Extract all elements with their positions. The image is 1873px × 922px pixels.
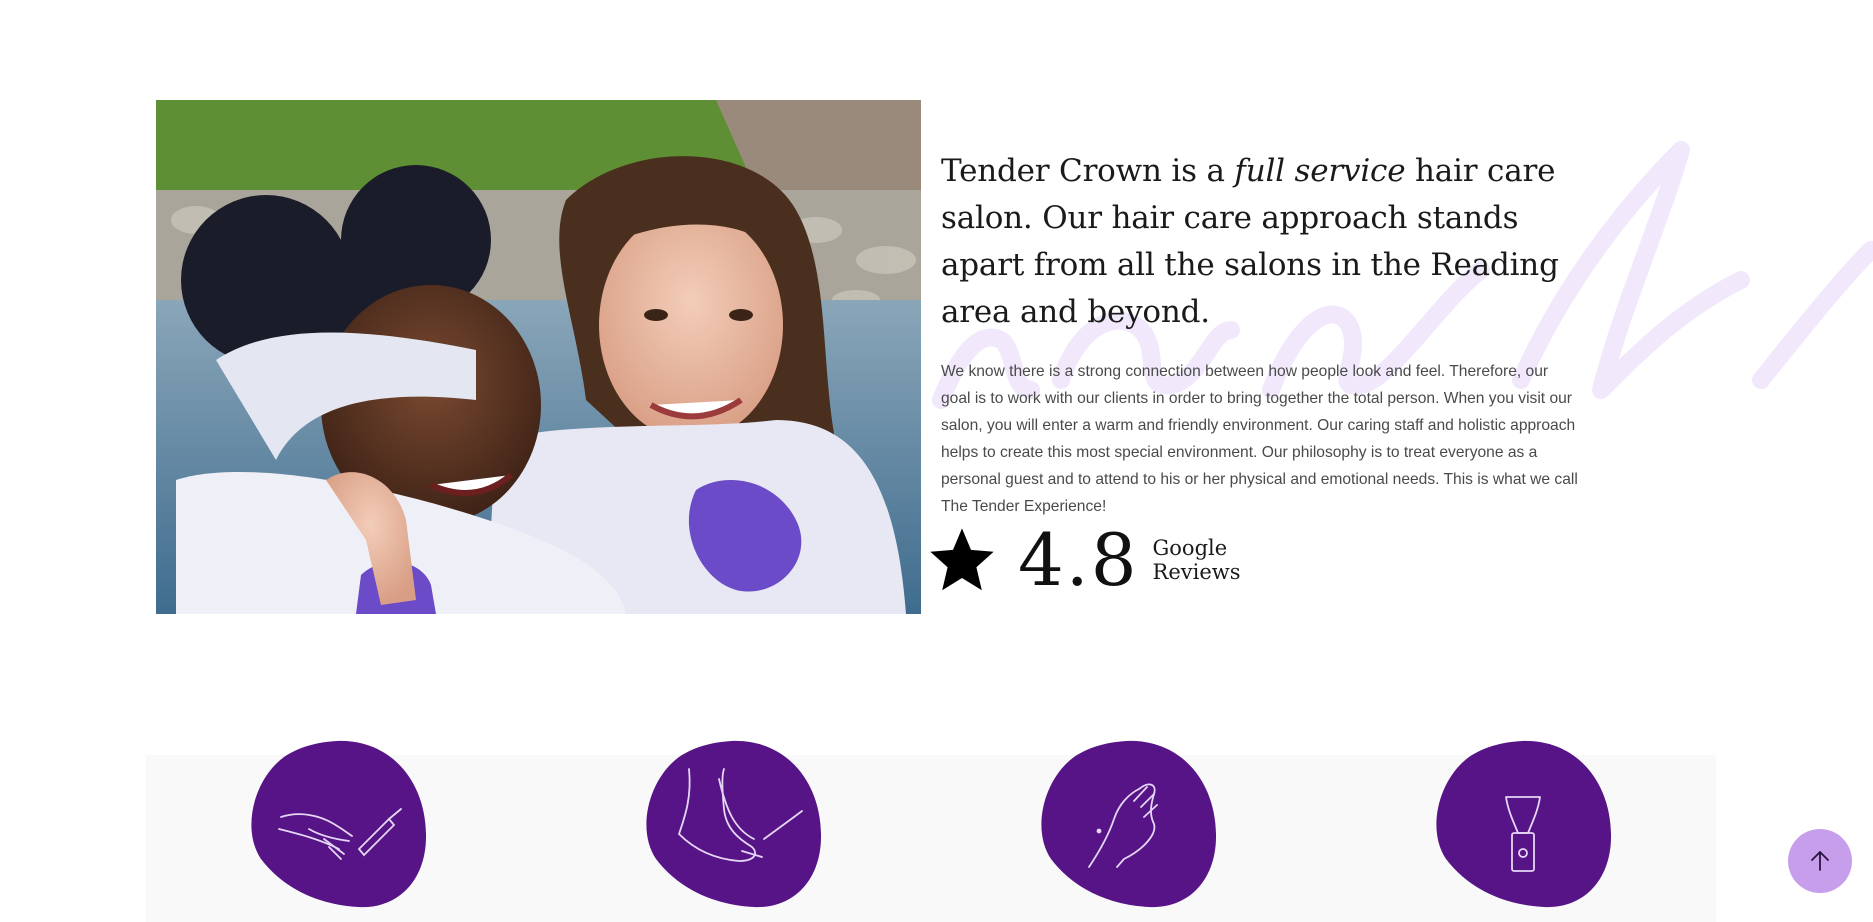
hero-photo: [156, 100, 921, 614]
rating-label: Google Reviews: [1153, 536, 1241, 584]
service-pedicure[interactable]: [644, 739, 822, 909]
product-bottle-icon: [1436, 740, 1612, 908]
rating-label-line2: Reviews: [1152, 560, 1241, 584]
manicure-icon: [251, 740, 427, 908]
nail-hand-icon: [1041, 740, 1217, 908]
rating-score: 4.8: [1018, 518, 1139, 602]
intro-heading-emphasis: full service: [1234, 153, 1406, 189]
star-icon: [930, 528, 994, 591]
intro-heading-part1: Tender Crown is a: [941, 153, 1235, 189]
google-rating: 4.8 Google Reviews: [926, 520, 1241, 600]
service-nail-art[interactable]: [1039, 739, 1217, 909]
intro-section: Tender Crown is a full service hair care…: [941, 148, 1581, 520]
service-manicure[interactable]: [249, 739, 427, 909]
back-to-top-button[interactable]: [1788, 829, 1852, 893]
arrow-up-icon: [1811, 851, 1829, 871]
service-products[interactable]: [1434, 739, 1612, 909]
pedicure-icon: [646, 740, 822, 908]
intro-body: We know there is a strong connection bet…: [941, 363, 1578, 515]
intro-heading: Tender Crown is a full service hair care…: [941, 148, 1581, 336]
rating-label-line1: Google: [1152, 536, 1228, 560]
